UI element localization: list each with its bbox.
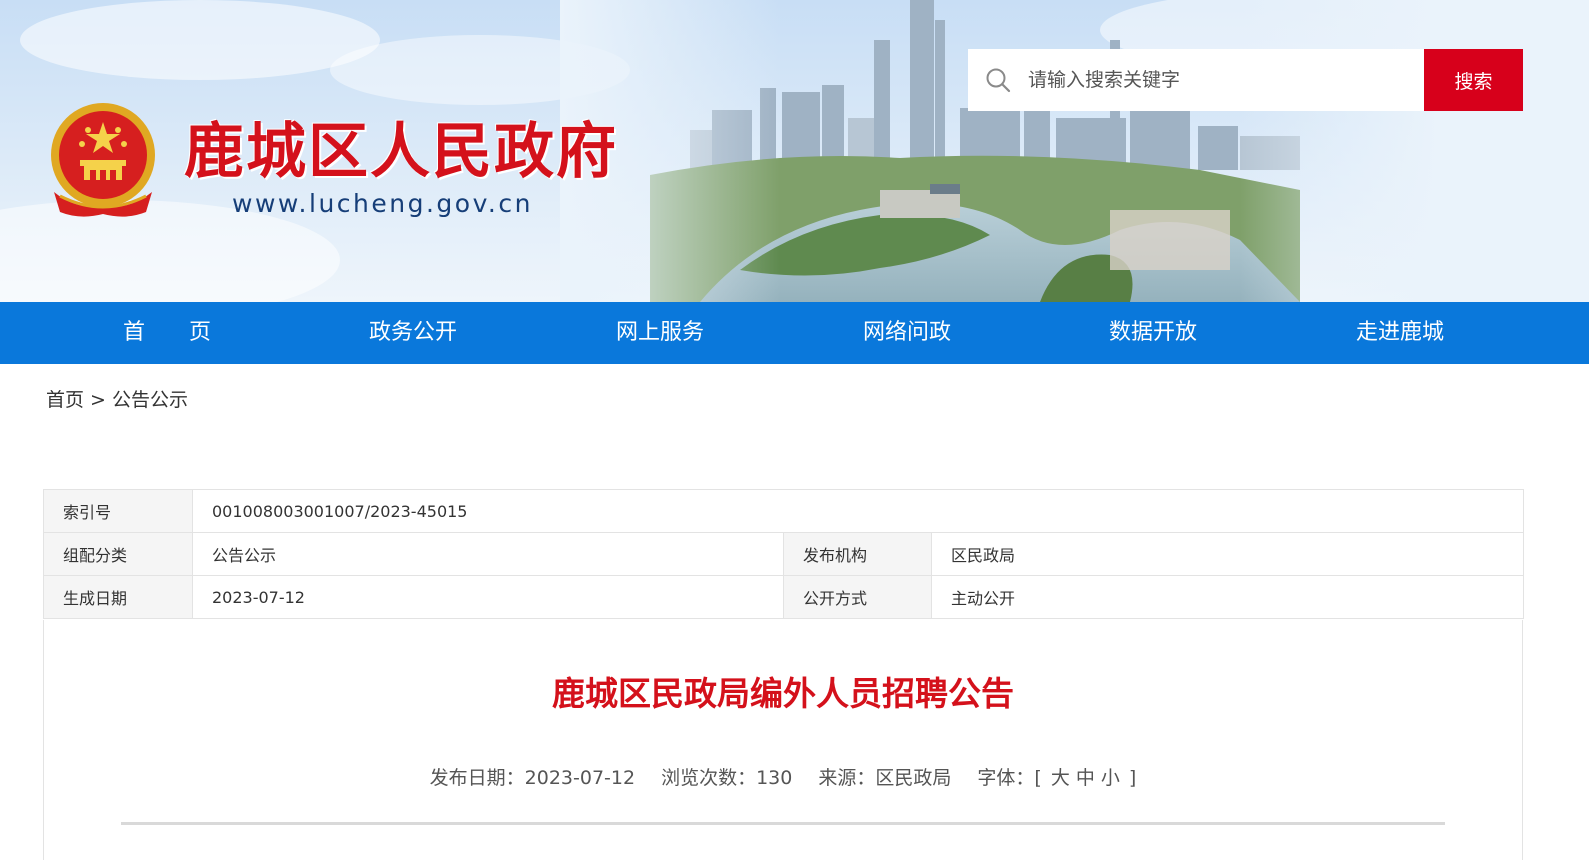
- created-date-label: 生成日期: [43, 575, 193, 619]
- nav-item-about-lucheng[interactable]: 走进鹿城: [1356, 302, 1444, 364]
- font-size-close-bracket: ]: [1128, 767, 1137, 789]
- site-title: 鹿城区人民政府: [184, 117, 618, 187]
- national-emblem-icon: [51, 103, 155, 217]
- category-value: 公告公示: [192, 532, 784, 576]
- search-box: [968, 49, 1425, 111]
- nav-item-government-affairs[interactable]: 政务公开: [369, 302, 457, 364]
- index-number-label: 索引号: [43, 489, 193, 533]
- nav-item-online-services[interactable]: 网上服务: [616, 302, 704, 364]
- site-url: www.lucheng.gov.cn: [232, 189, 533, 218]
- breadcrumb-separator: >: [90, 389, 106, 411]
- disclosure-method-label: 公开方式: [783, 575, 932, 619]
- nav-item-home[interactable]: 首 页: [123, 302, 211, 364]
- publisher-value: 区民政局: [931, 532, 1524, 576]
- font-size-label: 字体：[: [977, 767, 1042, 789]
- font-size-small[interactable]: 小: [1101, 767, 1120, 789]
- created-date-value: 2023-07-12: [192, 575, 784, 619]
- category-label: 组配分类: [43, 532, 193, 576]
- table-row: 组配分类 公告公示 发布机构 区民政局: [43, 532, 1524, 576]
- index-number-value: 001008003001007/2023-45015: [192, 489, 1524, 533]
- search-icon: [986, 68, 1011, 93]
- header-banner: 鹿城区人民政府 www.lucheng.gov.cn 搜索: [0, 0, 1589, 302]
- breadcrumb-current-link[interactable]: 公告公示: [112, 389, 188, 411]
- publisher-label: 发布机构: [783, 532, 932, 576]
- breadcrumb-home-link[interactable]: 首页: [46, 389, 84, 411]
- view-count: 浏览次数：130: [661, 767, 793, 789]
- font-size-large[interactable]: 大: [1051, 767, 1070, 789]
- search-input[interactable]: [1028, 49, 1408, 111]
- main-nav: 首 页 政务公开 网上服务 网络问政 数据开放 走进鹿城: [0, 302, 1589, 364]
- font-size-medium[interactable]: 中: [1076, 767, 1095, 789]
- search-button[interactable]: 搜索: [1424, 49, 1523, 111]
- nav-item-open-data[interactable]: 数据开放: [1109, 302, 1197, 364]
- publish-date: 发布日期：2023-07-12: [429, 767, 636, 789]
- table-row: 索引号 001008003001007/2023-45015: [43, 489, 1524, 533]
- document-meta-table: 索引号 001008003001007/2023-45015 组配分类 公告公示…: [43, 489, 1524, 619]
- disclosure-method-value: 主动公开: [931, 575, 1524, 619]
- nav-item-online-inquiry[interactable]: 网络问政: [863, 302, 951, 364]
- article-title: 鹿城区民政局编外人员招聘公告: [552, 674, 1014, 713]
- article-source: 来源：区民政局: [818, 767, 952, 789]
- font-size-selector: 字体：[ 大中小 ]: [977, 767, 1136, 789]
- article-divider: [121, 822, 1445, 825]
- article-info: 发布日期：2023-07-12 浏览次数：130 来源：区民政局 字体：[ 大中小 ]: [0, 764, 1566, 792]
- table-row: 生成日期 2023-07-12 公开方式 主动公开: [43, 575, 1524, 619]
- breadcrumb: 首页 > 公告公示: [46, 386, 188, 414]
